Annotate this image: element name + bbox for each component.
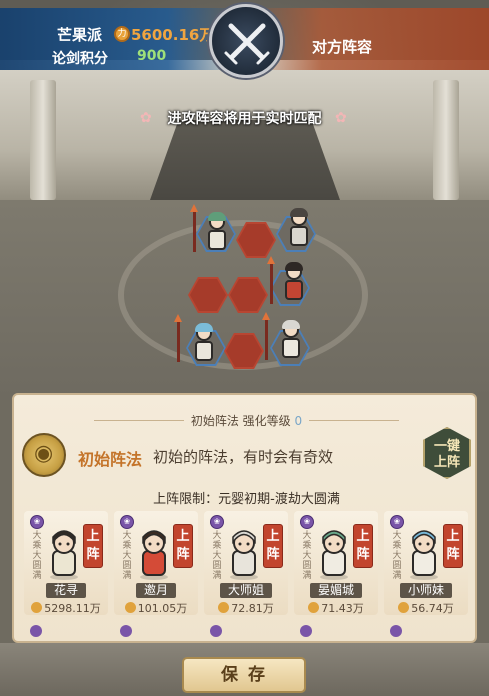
power-coin-icon (308, 602, 320, 613)
character-name-plate: 花寻 (24, 583, 108, 598)
next-row-card-peek (204, 623, 288, 639)
character-name: 邀月 (135, 583, 176, 598)
character-name: 小师妹 (399, 583, 452, 598)
character-power-value: 72.81万 (231, 602, 274, 615)
right-pillar (433, 80, 459, 200)
unit-spear (174, 314, 182, 362)
crossed-swords-icon (209, 4, 283, 78)
realm-badge-icon: ❀ (210, 515, 224, 529)
score-value: 900 (137, 48, 167, 64)
field-unit[interactable] (278, 320, 304, 362)
power-coin-icon: 力 (114, 26, 130, 42)
formation-level-label: 初始阵法 强化等级 (190, 414, 291, 428)
character-card[interactable]: ❀ 大乘大圆满 上阵 小师妹 56.74万 (384, 511, 468, 615)
one-click-label-line2: 上阵 (433, 455, 460, 470)
realm-badge-icon (300, 625, 312, 637)
power-coin-icon (398, 602, 410, 613)
match-notice: 进攻阵容将用于实时匹配 (167, 111, 322, 127)
field-unit[interactable] (286, 208, 312, 250)
formation-name[interactable]: 初始阵法 (78, 446, 142, 470)
deploy-button[interactable]: 上阵 (83, 524, 103, 568)
realm-badge-icon (120, 625, 132, 637)
field-unit[interactable] (204, 212, 230, 254)
next-row-card-peek (384, 623, 468, 639)
character-card[interactable]: ❀ 大乘大圆满 上阵 晏媚城 71.43万 (294, 511, 378, 615)
formation-level-title: 初始阵法 强化等级 0 (14, 412, 479, 429)
next-row-card-peek (24, 623, 108, 639)
deploy-restriction: 上阵限制：元婴初期-渡劫大圆满 (153, 492, 340, 507)
character-card[interactable]: ❀ 大乘大圆满 上阵 花寻 5298.11万 (24, 511, 108, 615)
character-portrait (44, 527, 84, 581)
character-power: 72.81万 (204, 600, 288, 616)
character-name-plate: 大师姐 (204, 583, 288, 598)
character-portrait (224, 527, 264, 581)
character-name-plate: 晏媚城 (294, 583, 378, 598)
deploy-button[interactable]: 上阵 (173, 524, 193, 568)
character-power: 101.05万 (114, 600, 198, 616)
score-label: 论剑积分 (52, 51, 108, 67)
team-name: 芒果派 (57, 26, 103, 44)
formation-icon[interactable] (22, 433, 66, 477)
realm-badge-icon: ❀ (300, 515, 314, 529)
character-portrait (314, 527, 354, 581)
field-unit[interactable] (281, 262, 307, 304)
character-power-value: 56.74万 (411, 602, 454, 615)
character-card[interactable]: ❀ 大乘大圆满 上阵 邀月 101.05万 (114, 511, 198, 615)
character-name: 花寻 (45, 583, 86, 598)
next-row-card-peek (114, 623, 198, 639)
character-name-plate: 邀月 (114, 583, 198, 598)
power-coin-icon (124, 602, 136, 613)
realm-badge-icon: ❀ (120, 515, 134, 529)
power-coin-icon (218, 602, 230, 613)
character-power: 5298.11万 (24, 600, 108, 616)
character-card[interactable]: ❀ 大乘大圆满 上阵 大师姐 72.81万 (204, 511, 288, 615)
character-power-value: 101.05万 (137, 602, 188, 615)
character-power-value: 5298.11万 (44, 602, 101, 615)
formation-panel: 初始阵法 强化等级 0 初始阵法 初始的阵法，有时会有奇效 一键 上阵 上阵限制… (12, 393, 477, 643)
realm-label: 大乘大圆满 (392, 531, 402, 581)
formation-description: 初始的阵法，有时会有奇效 (153, 448, 334, 466)
one-click-label-line1: 一键 (433, 439, 460, 454)
realm-label: 大乘大圆满 (32, 531, 42, 581)
throne-dais (150, 120, 340, 200)
character-name-plate: 小师妹 (384, 583, 468, 598)
one-click-deploy-button[interactable]: 一键 上阵 (423, 427, 471, 479)
save-button[interactable]: 保存 (182, 657, 306, 693)
character-portrait (134, 527, 174, 581)
formation-level-value: 0 (294, 414, 303, 428)
realm-badge-icon: ❀ (30, 515, 44, 529)
character-power: 56.74万 (384, 600, 468, 616)
left-pillar (30, 80, 56, 200)
character-power-value: 71.43万 (321, 602, 364, 615)
team-power: 5600.16万 (131, 26, 215, 44)
character-portrait (404, 527, 444, 581)
field-unit[interactable] (191, 323, 217, 365)
deploy-button[interactable]: 上阵 (263, 524, 283, 568)
realm-badge-icon (30, 625, 42, 637)
character-power: 71.43万 (294, 600, 378, 616)
realm-label: 大乘大圆满 (212, 531, 222, 581)
realm-badge-icon (390, 625, 402, 637)
character-name: 晏媚城 (309, 583, 362, 598)
next-row-card-peek (294, 623, 378, 639)
realm-label: 大乘大圆满 (302, 531, 312, 581)
power-coin-icon (31, 602, 43, 613)
realm-badge-icon: ❀ (390, 515, 404, 529)
unit-spear (267, 256, 275, 304)
realm-label: 大乘大圆满 (122, 531, 132, 581)
realm-badge-icon (210, 625, 222, 637)
unit-spear (262, 312, 270, 360)
opponent-lineup-button[interactable]: 对方阵容 (312, 36, 372, 57)
character-name: 大师姐 (219, 583, 272, 598)
deploy-button[interactable]: 上阵 (443, 524, 463, 568)
deploy-button[interactable]: 上阵 (353, 524, 373, 568)
unit-spear (190, 204, 198, 252)
